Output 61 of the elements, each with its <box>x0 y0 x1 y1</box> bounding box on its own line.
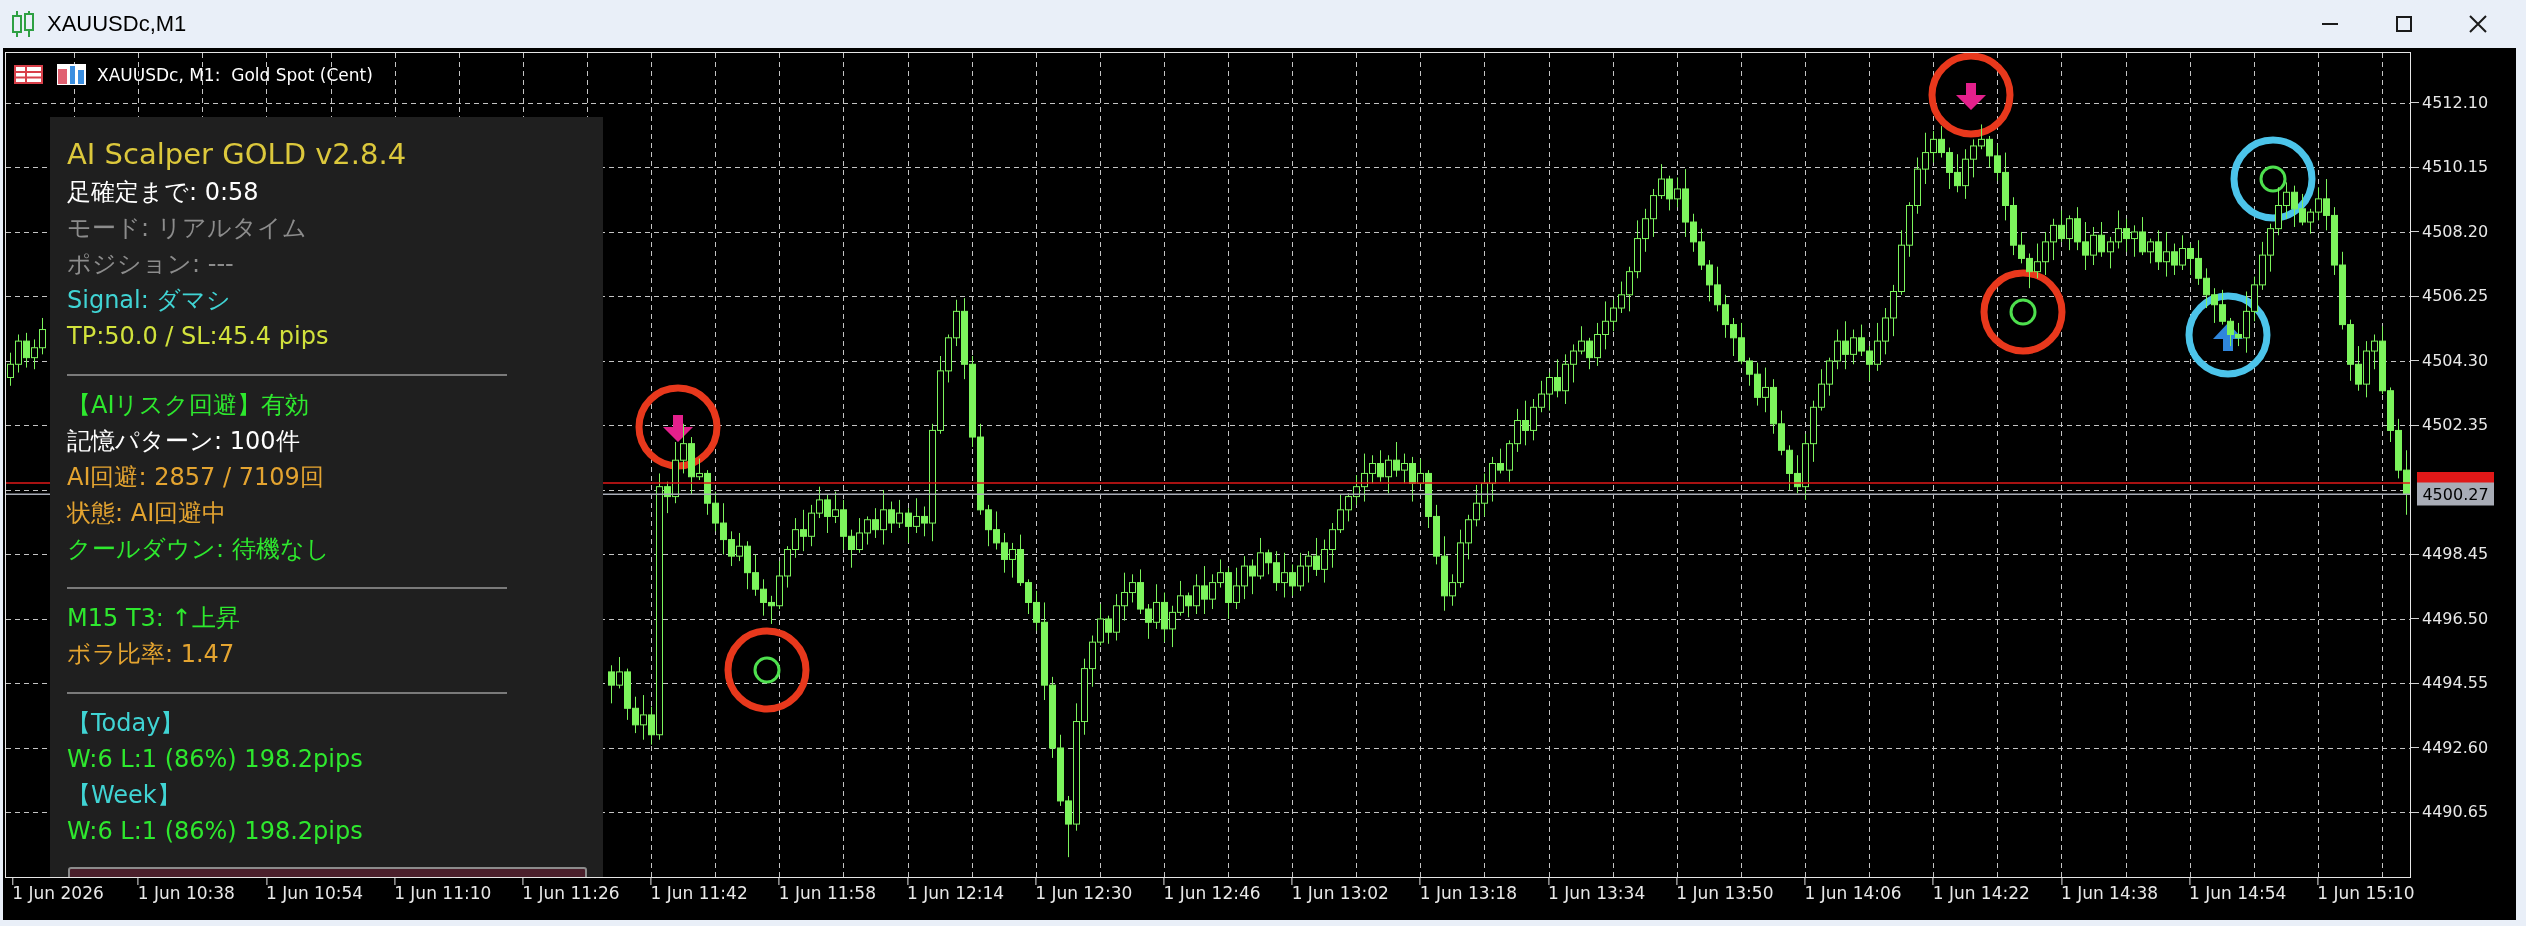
ring-icon <box>753 656 781 684</box>
minimize-icon <box>2322 23 2338 25</box>
time-label: 1 Jun 14:38 <box>2060 885 2159 902</box>
status-text: 足確定まで: 0:58 <box>67 177 259 208</box>
status-text: ボラ比率: 1.47 <box>67 639 235 670</box>
maximize-icon <box>2396 16 2412 32</box>
price-label: 4510.15 <box>2422 158 2489 177</box>
time-label: 1 Jun 10:54 <box>265 885 364 902</box>
current-price-label: 4500.27 <box>2417 482 2494 506</box>
status-text: W:6 L:1 (86%) 198.2pips <box>67 816 363 847</box>
time-label: 1 Jun 10:38 <box>137 885 235 902</box>
status-text: モード: リアルタイム <box>67 213 307 244</box>
time-label: 1 Jun 14:22 <box>1932 885 2030 902</box>
time-label: 1 Jun 13:02 <box>1291 885 1389 902</box>
down-arrow-icon <box>663 415 693 442</box>
down-arrow-icon <box>1956 83 1986 110</box>
time-label: 1 Jun 13:18 <box>1419 885 1517 902</box>
price-label: 4490.65 <box>2422 803 2489 822</box>
ring-icon <box>2259 165 2287 193</box>
price-label: 4512.10 <box>2422 93 2489 112</box>
ring-icon <box>2009 298 2037 326</box>
time-label: 1 Jun 14:54 <box>2189 885 2287 902</box>
price-label: 4502.35 <box>2422 416 2489 435</box>
status-text: W:6 L:1 (86%) 198.2pips <box>67 744 363 775</box>
price-label: 4508.20 <box>2422 222 2489 241</box>
time-label: 1 Jun 2026 <box>12 885 104 902</box>
time-label: 1 Jun 14:06 <box>1804 885 1902 902</box>
close-icon <box>2469 15 2487 33</box>
price-label: 4506.25 <box>2422 287 2489 306</box>
status-text: AI回避: 2857 / 7109回 <box>67 462 324 493</box>
bar-chart-icon <box>57 64 86 85</box>
status-text: クールダウン: 待機なし <box>67 534 330 565</box>
candlestick-icon <box>12 11 34 37</box>
window-title: XAUUSDc,M1 <box>47 11 187 37</box>
time-label: 1 Jun 11:26 <box>522 885 620 902</box>
chart-title: XAUUSDc, M1: Gold Spot (Cent) <box>97 64 373 85</box>
status-text: 【AIリスク回避】有効 <box>67 390 310 421</box>
price-label: 4494.55 <box>2422 674 2489 693</box>
status-text: 【Today】 <box>67 708 185 739</box>
time-label: 1 Jun 11:58 <box>778 885 876 902</box>
price-label: 4504.30 <box>2422 351 2489 370</box>
status-text: Signal: ダマシ <box>67 285 232 316</box>
price-label: 4492.60 <box>2422 739 2489 757</box>
status-text: 【Week】 <box>67 780 181 811</box>
time-label: 1 Jun 13:50 <box>1676 885 1774 902</box>
time-label: 1 Jun 15:10 <box>2317 885 2415 902</box>
time-label: 1 Jun 12:14 <box>907 885 1005 902</box>
status-text: TP:50.0 / SL:45.4 pips <box>67 321 329 352</box>
time-label: 1 Jun 12:46 <box>1163 885 1261 902</box>
status-text: M15 T3: ↑上昇 <box>67 603 240 634</box>
panel-title: AI Scalper GOLD v2.8.4 <box>67 136 407 173</box>
time-label: 1 Jun 11:42 <box>650 885 748 902</box>
time-label: 1 Jun 12:30 <box>1035 885 1133 902</box>
time-label: 1 Jun 11:10 <box>394 885 492 902</box>
status-text: ポジション: --- <box>67 249 234 280</box>
price-label: 4498.45 <box>2422 545 2489 564</box>
table-icon <box>14 65 43 84</box>
price-label: 4496.50 <box>2422 609 2489 628</box>
time-label: 1 Jun 13:34 <box>1548 885 1646 902</box>
status-text: 記憶パターン: 100件 <box>67 426 300 457</box>
status-text: 状態: AI回避中 <box>67 498 227 529</box>
